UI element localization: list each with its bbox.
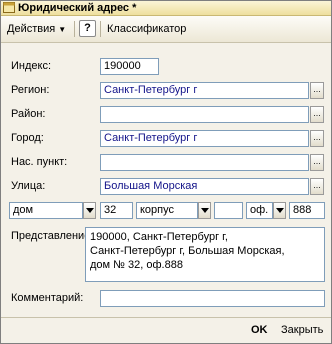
region-label: Регион: [11, 84, 50, 96]
menu-arrow-icon: ▼ [58, 25, 67, 34]
actions-menu-button[interactable]: Действия ▼ [7, 20, 66, 38]
window-title: Юридический адрес * [18, 2, 137, 14]
chevron-down-icon [201, 208, 209, 213]
help-button[interactable]: ? [79, 20, 96, 37]
settlement-pick-button[interactable]: ... [310, 154, 324, 171]
building-type-select[interactable]: корпус [136, 202, 198, 219]
street-label: Улица: [11, 180, 46, 192]
house-type-dropdown[interactable] [83, 202, 96, 219]
region-pick-button[interactable]: ... [310, 82, 324, 99]
actions-label: Действия [7, 23, 56, 35]
building-type-dropdown[interactable] [198, 202, 211, 219]
settlement-label: Нас. пункт: [11, 156, 68, 168]
presentation-textarea[interactable]: 190000, Санкт-Петербург г, Санкт-Петербу… [85, 227, 325, 282]
toolbar: Действия ▼ ? Классификатор [1, 16, 331, 43]
classifier-button[interactable]: Классификатор [107, 20, 186, 38]
presentation-label: Представление: [11, 230, 94, 242]
office-type-dropdown[interactable] [273, 202, 286, 219]
settlement-field[interactable] [100, 154, 309, 171]
district-field[interactable] [100, 106, 309, 123]
toolbar-separator [100, 21, 101, 37]
ellipsis-icon: ... [313, 156, 321, 166]
street-pick-button[interactable]: ... [310, 178, 324, 195]
ellipsis-icon: ... [313, 108, 321, 118]
street-field[interactable]: Большая Морская [100, 178, 309, 195]
ellipsis-icon: ... [313, 84, 321, 94]
house-number-field[interactable]: 32 [100, 202, 133, 219]
ok-button[interactable]: OK [251, 323, 268, 338]
title-bar: Юридический адрес * [1, 1, 331, 16]
office-type-select[interactable]: оф. [246, 202, 273, 219]
index-field[interactable]: 190000 [100, 58, 159, 75]
ellipsis-icon: ... [313, 180, 321, 190]
city-label: Город: [11, 132, 44, 144]
district-label: Район: [11, 108, 46, 120]
ellipsis-icon: ... [313, 132, 321, 142]
building-number-field[interactable] [214, 202, 243, 219]
house-type-select[interactable]: дом [9, 202, 83, 219]
presentation-line: Санкт-Петербург г, Большая Морская, [90, 245, 285, 257]
close-button[interactable]: Закрыть [281, 323, 323, 338]
city-field[interactable]: Санкт-Петербург г [100, 130, 309, 147]
office-number-field[interactable]: 888 [289, 202, 325, 219]
index-label: Индекс: [11, 60, 52, 72]
presentation-line: 190000, Санкт-Петербург г, [90, 231, 228, 243]
district-pick-button[interactable]: ... [310, 106, 324, 123]
region-field[interactable]: Санкт-Петербург г [100, 82, 309, 99]
footer-divider [1, 317, 331, 318]
comment-label: Комментарий: [11, 292, 84, 304]
address-dialog: Юридический адрес * Действия ▼ ? Классиф… [0, 0, 332, 344]
city-pick-button[interactable]: ... [310, 130, 324, 147]
presentation-line: дом № 32, оф.888 [90, 259, 183, 271]
comment-field[interactable] [100, 290, 325, 307]
app-window-icon [3, 2, 15, 13]
toolbar-separator [74, 21, 75, 37]
chevron-down-icon [276, 208, 284, 213]
chevron-down-icon [86, 208, 94, 213]
